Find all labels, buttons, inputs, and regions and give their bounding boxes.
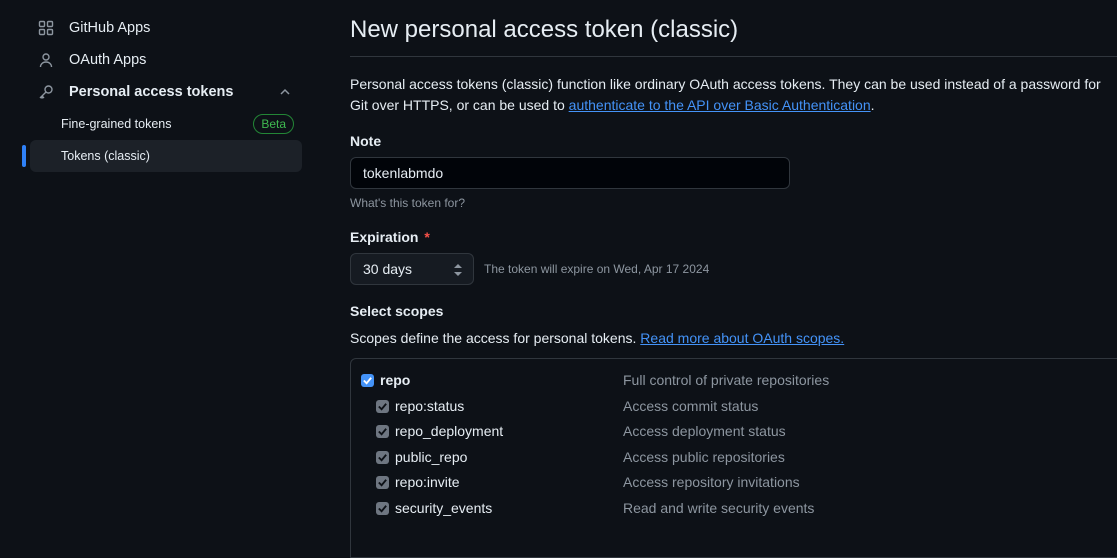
expiration-note: The token will expire on Wed, Apr 17 202… — [484, 262, 710, 276]
expiration-value: 30 days — [363, 261, 413, 277]
settings-sidebar: GitHub Apps OAuth Apps Personal access t… — [0, 0, 320, 523]
active-indicator — [22, 145, 26, 167]
divider — [350, 56, 1117, 57]
sidebar-item-fine-grained-tokens[interactable]: Fine-grained tokens Beta — [30, 108, 302, 140]
scope-row-public-repo: public_repo Access public repositories — [351, 447, 1117, 472]
apps-grid-icon — [38, 20, 54, 36]
main-content: New personal access token (classic) Pers… — [350, 0, 1117, 558]
oauth-scopes-link[interactable]: Read more about OAuth scopes. — [640, 330, 844, 346]
page-description: Personal access tokens (classic) functio… — [350, 74, 1110, 116]
basic-auth-link[interactable]: authenticate to the API over Basic Authe… — [569, 97, 871, 113]
scope-row-repo: repo Full control of private repositorie… — [351, 370, 1117, 395]
key-icon — [38, 84, 54, 100]
checkmark-icon — [378, 454, 387, 462]
scope-description: Access deployment status — [623, 423, 786, 439]
sidebar-item-personal-access-tokens[interactable]: Personal access tokens — [30, 76, 302, 108]
scope-description: Access repository invitations — [623, 474, 800, 490]
beta-badge: Beta — [253, 114, 294, 134]
scopes-list: repo Full control of private repositorie… — [350, 358, 1117, 558]
scope-row-repo-deployment: repo_deployment Access deployment status — [351, 421, 1117, 446]
repo-status-checkbox[interactable] — [376, 400, 389, 413]
scope-row-security-events: security_events Read and write security … — [351, 498, 1117, 523]
scope-description: Full control of private repositories — [623, 372, 830, 388]
scope-name: repo — [380, 372, 411, 388]
chevron-up-icon[interactable] — [278, 85, 292, 99]
note-input[interactable] — [350, 157, 790, 189]
repo-checkbox[interactable] — [361, 374, 374, 387]
scope-name: repo:status — [395, 398, 465, 414]
scope-name: public_repo — [395, 449, 468, 465]
scopes-label: Select scopes — [350, 303, 444, 319]
checkmark-icon — [378, 428, 387, 436]
page-title: New personal access token (classic) — [350, 16, 739, 43]
expiration-label: Expiration * — [350, 229, 430, 245]
person-icon — [38, 52, 54, 68]
sidebar-item-oauth-apps[interactable]: OAuth Apps — [30, 44, 302, 76]
sidebar-item-label: Tokens (classic) — [61, 149, 150, 163]
sidebar-item-github-apps[interactable]: GitHub Apps — [30, 12, 302, 44]
expiration-label-text: Expiration — [350, 229, 419, 245]
sidebar-item-label: Personal access tokens — [69, 84, 234, 100]
expiration-select[interactable]: 30 days — [350, 253, 474, 285]
repo-deployment-checkbox[interactable] — [376, 425, 389, 438]
description-end: . — [870, 97, 875, 113]
note-label: Note — [350, 133, 382, 149]
scope-name: repo_deployment — [395, 423, 504, 439]
sidebar-item-tokens-classic[interactable]: Tokens (classic) — [30, 140, 302, 172]
repo-invite-checkbox[interactable] — [376, 476, 389, 489]
checkmark-icon — [378, 403, 387, 411]
scope-row-repo-status: repo:status Access commit status — [351, 396, 1117, 421]
security-events-checkbox[interactable] — [376, 502, 389, 515]
checkmark-icon — [378, 479, 387, 487]
scope-description: Access commit status — [623, 398, 759, 414]
sidebar-item-label: OAuth Apps — [69, 52, 147, 68]
scopes-description: Scopes define the access for personal to… — [350, 330, 844, 346]
sidebar-item-label: GitHub Apps — [69, 20, 151, 36]
sidebar-item-label: Fine-grained tokens — [61, 117, 172, 131]
checkmark-icon — [363, 377, 372, 385]
checkmark-icon — [378, 505, 387, 513]
scope-description: Access public repositories — [623, 449, 785, 465]
required-mark: * — [424, 229, 430, 245]
scope-row-repo-invite: repo:invite Access repository invitation… — [351, 472, 1117, 497]
public-repo-checkbox[interactable] — [376, 451, 389, 464]
scope-name: security_events — [395, 500, 493, 516]
note-hint: What's this token for? — [350, 196, 466, 210]
scope-name: repo:invite — [395, 474, 460, 490]
scope-description: Read and write security events — [623, 500, 815, 516]
sort-arrows-icon — [454, 264, 462, 276]
scopes-desc-text: Scopes define the access for personal to… — [350, 330, 637, 346]
